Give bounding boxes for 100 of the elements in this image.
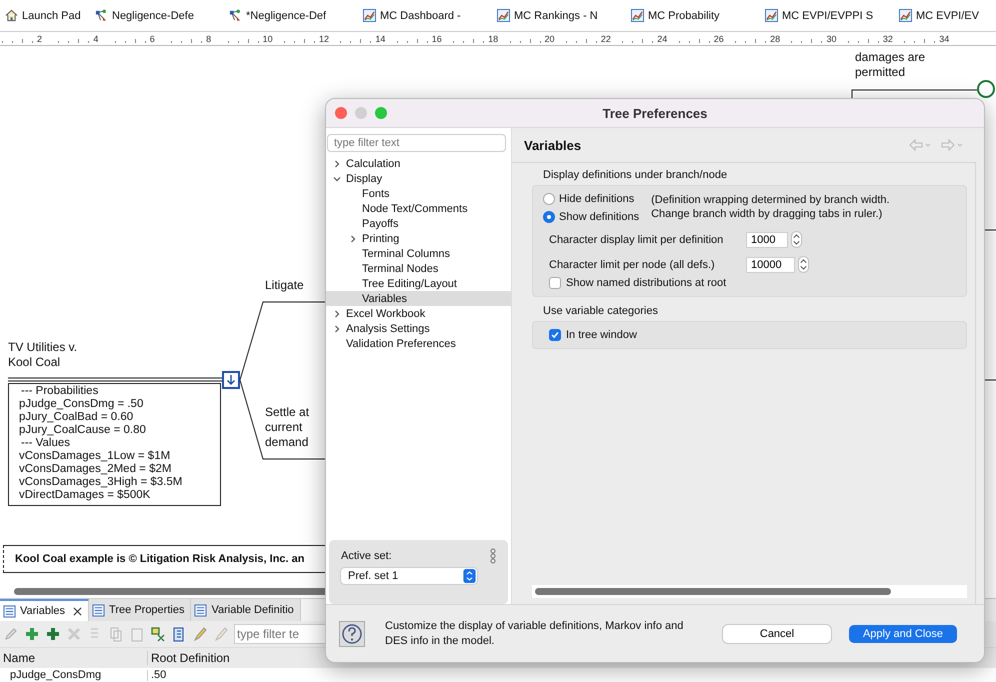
branch-label: damages are permitted xyxy=(855,50,926,80)
file-tab[interactable]: MC Probability xyxy=(626,9,760,22)
list-icon xyxy=(194,604,208,616)
help-text: Customize the display of variable definitions, Markov info and DES info in the model. xyxy=(385,618,684,648)
chevron-icon[interactable] xyxy=(348,234,358,244)
apply-button[interactable]: Apply and Close xyxy=(849,624,957,642)
house-icon xyxy=(5,9,18,22)
definition-line: vDirectDamages = $500K xyxy=(19,489,152,502)
ruler-number: 22 xyxy=(600,32,611,44)
ruler-number: 18 xyxy=(488,32,498,44)
field-label: Character display limit per definition xyxy=(549,234,724,246)
ruler-number: 4 xyxy=(93,32,98,44)
nav-item[interactable]: Validation Preferences xyxy=(326,336,511,351)
highlighter-icon[interactable] xyxy=(192,626,208,642)
radio-button[interactable] xyxy=(543,193,555,205)
list-icon xyxy=(3,604,16,618)
nav-item[interactable]: Excel Workbook xyxy=(326,306,511,321)
import-icon[interactable] xyxy=(150,626,166,642)
ruler-number: 8 xyxy=(206,32,212,44)
active-set-label: Active set: xyxy=(341,550,392,562)
panel-tab[interactable]: Variables xyxy=(0,599,90,621)
stepper-icon[interactable] xyxy=(791,231,802,248)
help-icon[interactable] xyxy=(339,620,365,646)
table-cell: pJudge_ConsDmg xyxy=(0,670,148,681)
nav-item[interactable]: Variables xyxy=(326,291,511,306)
field-label: Character limit per node (all defs.) xyxy=(549,258,716,270)
radio-button[interactable] xyxy=(543,211,555,223)
nav-item[interactable]: Terminal Columns xyxy=(326,246,511,261)
ruler-number: 26 xyxy=(714,32,724,44)
nav-item[interactable]: Calculation xyxy=(326,156,511,171)
file-tab[interactable]: MC Rankings - N xyxy=(492,9,626,22)
cancel-button[interactable]: Cancel xyxy=(723,624,831,642)
close-button[interactable] xyxy=(335,107,347,119)
list-icon xyxy=(92,604,106,616)
checkbox[interactable] xyxy=(549,329,561,341)
branch-label: Litigate xyxy=(265,278,304,293)
definition-line: vConsDamages_2Med = $2M xyxy=(19,463,172,476)
select-arrows-icon xyxy=(463,569,476,583)
column-header[interactable]: Name xyxy=(0,651,148,665)
ruler-number: 6 xyxy=(150,32,155,44)
radio-option[interactable]: Hide definitions xyxy=(543,193,640,205)
nav-item[interactable]: Analysis Settings xyxy=(326,321,511,336)
dialog-title: Tree Preferences xyxy=(602,106,708,120)
decision-node[interactable] xyxy=(222,371,240,389)
nav-item[interactable]: Node Text/Comments xyxy=(326,201,511,216)
nav-item[interactable]: Display xyxy=(326,171,511,186)
ruler-number: 10 xyxy=(262,32,273,44)
definition-line: vConsDamages_3High = $3.5M xyxy=(19,476,184,489)
chart-icon xyxy=(363,9,376,22)
file-tab[interactable]: MC EVPI/EVPPI S xyxy=(760,9,894,22)
panel-tab[interactable]: Variable Definitio xyxy=(191,599,301,621)
checkbox-option[interactable]: In tree window xyxy=(549,329,956,341)
definition-line: pJury_CoalCause = 0.80 xyxy=(19,424,147,437)
definition-line: pJudge_ConsDmg = .50 xyxy=(19,398,144,411)
ruler-number: 34 xyxy=(939,32,950,44)
ruler-number: 28 xyxy=(770,32,780,44)
nav-item[interactable]: Fonts xyxy=(326,186,511,201)
radio-option[interactable]: Show definitions xyxy=(543,211,640,223)
ruler-number: 14 xyxy=(375,32,386,44)
file-tab[interactable]: *Negligence-Def xyxy=(224,9,358,22)
hint-text: (Definition wrapping determined by branch width. Change branch width by dragging tabs in ruler.) xyxy=(651,193,890,222)
file-tab[interactable]: Negligence-Defe xyxy=(90,9,224,22)
ruler-number: 30 xyxy=(826,32,836,44)
root-node-title: TV Utilities v. Kool Coal xyxy=(8,340,78,370)
group-title: Display definitions under branch/node xyxy=(543,169,728,181)
stepper-icon[interactable] xyxy=(798,256,809,273)
ruler-number: 32 xyxy=(882,32,893,44)
ruler-number: 2 xyxy=(37,32,42,44)
ruler-number: 24 xyxy=(657,32,668,44)
checkbox[interactable] xyxy=(549,277,561,289)
definition-line: --- Values xyxy=(20,437,71,450)
filter-field[interactable]: type filter text xyxy=(327,134,506,152)
tree-diagram-icon xyxy=(229,9,242,22)
checkbox-option[interactable]: Show named distributions at root xyxy=(549,277,956,289)
file-tab[interactable]: MC EVPI/EV xyxy=(894,9,996,22)
close-icon[interactable] xyxy=(73,606,82,616)
chart-icon xyxy=(497,9,510,22)
file-tab[interactable]: MC Dashboard - xyxy=(358,9,492,22)
column-header[interactable]: Root Definition xyxy=(148,651,230,665)
number-field[interactable]: 1000 xyxy=(746,232,788,248)
number-field[interactable]: 10000 xyxy=(746,256,795,272)
definition-line: --- Probabilities xyxy=(20,385,100,398)
chance-node[interactable] xyxy=(977,80,995,98)
panel-tab[interactable]: Tree Properties xyxy=(89,599,192,621)
page-title: Variables xyxy=(524,138,582,152)
ruler-number: 16 xyxy=(432,32,442,44)
nav-item[interactable]: Payoffs xyxy=(326,216,511,231)
file-tab[interactable]: Launch Pad xyxy=(0,9,90,22)
nav-item[interactable]: Tree Editing/Layout xyxy=(326,276,511,291)
nav-item[interactable]: Printing xyxy=(326,231,511,246)
chart-icon xyxy=(631,9,644,22)
chart-icon xyxy=(899,9,912,22)
nav-item[interactable]: Terminal Nodes xyxy=(326,261,511,276)
plus-icon[interactable] xyxy=(24,626,40,642)
more-icon[interactable] xyxy=(490,548,496,564)
plus-question-icon[interactable] xyxy=(45,626,61,642)
chart-icon xyxy=(765,9,778,22)
definition-line: vConsDamages_1Low = $1M xyxy=(19,450,172,463)
active-set-select[interactable]: Pref. set 1 xyxy=(341,568,477,584)
scrollbar[interactable] xyxy=(535,588,891,595)
